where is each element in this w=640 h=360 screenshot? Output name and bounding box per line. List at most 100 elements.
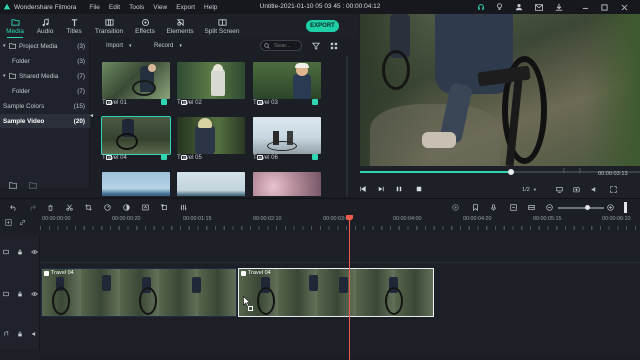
media-item-travel-02[interactable]: Travel 02: [177, 62, 245, 108]
add-track-icon[interactable]: [5, 219, 12, 226]
transform-icon[interactable]: [161, 204, 168, 211]
media-item-travel-03[interactable]: Travel 03: [253, 62, 321, 108]
speaker-icon[interactable]: [31, 331, 38, 337]
crop-icon[interactable]: [85, 204, 92, 211]
stop-icon[interactable]: [416, 186, 422, 192]
clip-type-icon: [241, 271, 246, 276]
audio-track: [0, 322, 640, 350]
sidebar-item-shared-media[interactable]: ▾ Shared Media (7): [0, 69, 90, 83]
media-item-travel-04[interactable]: Travel 04: [101, 116, 171, 163]
timeline-panel-toggle[interactable]: [624, 202, 627, 213]
render-icon[interactable]: [452, 204, 459, 211]
redo-icon[interactable]: [29, 204, 36, 211]
effects-icon: [141, 18, 149, 26]
media-scrollbar[interactable]: [346, 56, 348, 196]
media-item[interactable]: [177, 172, 245, 196]
media-item-travel-06[interactable]: Travel 06: [253, 117, 321, 163]
volume-icon[interactable]: [591, 186, 598, 193]
play-frame-icon[interactable]: [378, 186, 384, 192]
folder-icon: [9, 43, 16, 49]
snapshot-icon[interactable]: [573, 186, 580, 193]
pause-icon[interactable]: [396, 186, 402, 192]
mark-out-icon[interactable]: }: [579, 168, 581, 174]
export-button[interactable]: EXPORT: [306, 20, 339, 32]
download-icon[interactable]: [554, 2, 564, 12]
tab-transition[interactable]: Transition: [93, 14, 125, 38]
fullscreen-icon[interactable]: [610, 186, 617, 193]
timeline-ruler[interactable]: 00:00:00:00 00:00:00:20 00:00:01:15 00:0…: [40, 216, 640, 230]
lightbulb-icon[interactable]: [494, 2, 504, 12]
sidebar-item-sample-video[interactable]: Sample Video (20): [0, 114, 90, 128]
cut-icon[interactable]: [66, 204, 73, 211]
headset-icon[interactable]: [476, 2, 486, 12]
tab-media[interactable]: Media: [3, 14, 27, 38]
tab-titles[interactable]: Titles: [62, 14, 86, 38]
quality-dropdown[interactable]: 1/2 ▾: [522, 185, 542, 194]
color-icon[interactable]: [123, 204, 130, 211]
media-item-travel-01[interactable]: Travel 01: [102, 62, 170, 108]
delete-icon[interactable]: [47, 204, 54, 211]
record-dropdown[interactable]: Record ▾: [154, 40, 192, 51]
track-header-tools: [0, 216, 40, 230]
sidebar-item-project-media[interactable]: ▾ Project Media (3): [0, 39, 90, 53]
new-folder-icon[interactable]: [8, 180, 18, 190]
maximize-icon[interactable]: [599, 2, 609, 12]
menu-help[interactable]: Help: [204, 4, 217, 11]
user-account-icon[interactable]: [514, 2, 524, 12]
menu-export[interactable]: Export: [176, 4, 195, 11]
minimize-icon[interactable]: [580, 2, 590, 12]
zoom-slider[interactable]: [558, 207, 604, 209]
split-track-icon[interactable]: [528, 204, 535, 211]
lock-icon[interactable]: [17, 249, 23, 255]
collapse-panel-icon[interactable]: ◂: [90, 112, 95, 120]
tab-audio[interactable]: Audio: [33, 14, 57, 38]
elements-icon: [176, 18, 184, 26]
video-clip-selected[interactable]: Travel 04: [238, 268, 434, 317]
eye-icon[interactable]: [31, 291, 38, 297]
marker-icon[interactable]: [472, 204, 479, 211]
snapshot-timeline-icon[interactable]: [510, 204, 517, 211]
sidebar-item-folder[interactable]: Folder (7): [0, 84, 90, 98]
media-item-travel-05[interactable]: Travel 05: [177, 117, 245, 163]
close-icon[interactable]: [619, 2, 629, 12]
menu-tools[interactable]: Tools: [129, 4, 144, 11]
display-settings-icon[interactable]: [556, 186, 563, 193]
media-toolbar: Import ▾ Record ▾: [96, 38, 344, 54]
filter-icon[interactable]: [312, 42, 320, 50]
video-clip[interactable]: Travel 04: [41, 268, 237, 317]
audio-mixer-icon[interactable]: [180, 204, 187, 211]
media-item[interactable]: [102, 172, 170, 196]
zoom-out-icon[interactable]: [546, 204, 553, 211]
voiceover-icon[interactable]: [490, 204, 497, 211]
folder-remove-icon[interactable]: [28, 180, 38, 190]
sidebar-item-folder[interactable]: Folder (3): [0, 54, 90, 68]
scrubber-handle[interactable]: [508, 169, 515, 175]
menu-file[interactable]: File: [89, 4, 99, 11]
menu-view[interactable]: View: [153, 4, 167, 11]
mark-in-icon[interactable]: {: [563, 168, 565, 174]
tab-split-screen[interactable]: Split Screen: [203, 14, 241, 38]
media-item[interactable]: [253, 172, 321, 196]
zoom-in-icon[interactable]: [607, 204, 614, 211]
tab-effects[interactable]: Effects: [131, 14, 159, 38]
eye-icon[interactable]: [31, 249, 38, 255]
speed-icon[interactable]: [104, 204, 111, 211]
text-icon: [71, 18, 77, 26]
zoom-slider-handle[interactable]: [585, 205, 590, 210]
sidebar-item-sample-colors[interactable]: Sample Colors (15): [0, 99, 90, 113]
playhead[interactable]: [349, 217, 350, 360]
lock-icon[interactable]: [17, 291, 23, 297]
import-dropdown[interactable]: Import ▾: [106, 40, 142, 51]
grid-view-icon[interactable]: [330, 42, 338, 50]
link-icon[interactable]: [19, 219, 26, 226]
lock-icon[interactable]: [17, 331, 23, 337]
tab-elements[interactable]: Elements: [165, 14, 195, 38]
mail-icon[interactable]: [534, 2, 544, 12]
track-row-top: [0, 236, 640, 264]
timeline-scrollbar[interactable]: [40, 356, 640, 360]
menu-edit[interactable]: Edit: [109, 4, 120, 11]
green-screen-icon[interactable]: [142, 204, 149, 211]
undo-icon[interactable]: [10, 204, 17, 211]
step-back-icon[interactable]: [360, 186, 366, 192]
timeline-toolbar: [0, 198, 640, 216]
